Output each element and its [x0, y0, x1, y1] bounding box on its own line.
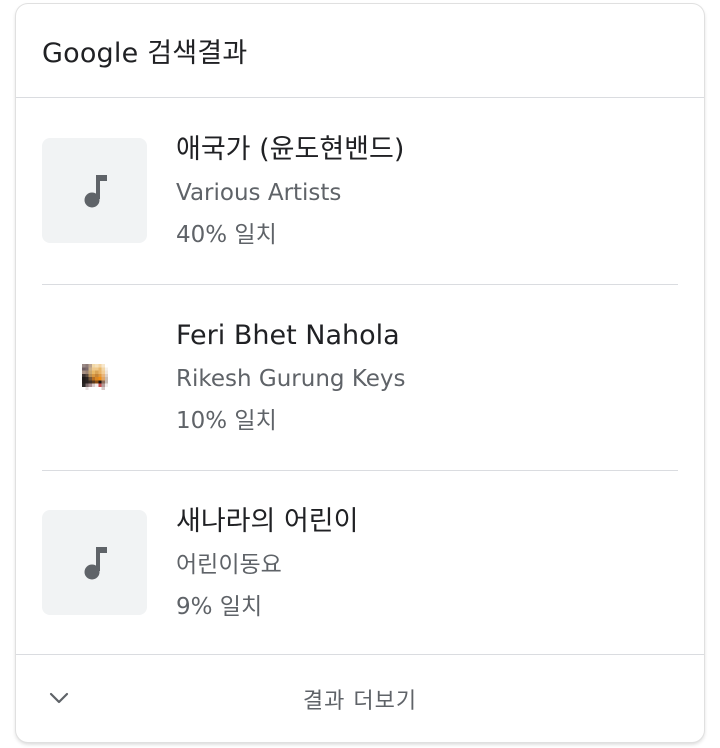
result-title: 새나라의 어린이: [176, 506, 359, 537]
show-more-button[interactable]: 결과 더보기: [16, 654, 704, 742]
result-match: 9% 일치: [176, 594, 263, 620]
result-match: 40% 일치: [176, 222, 277, 248]
result-item[interactable]: 새나라의 어린이 어린이동요 9% 일치: [16, 470, 704, 656]
result-thumbnail: [42, 138, 147, 243]
result-thumbnail: [42, 510, 147, 615]
result-artist: Various Artists: [176, 180, 342, 206]
album-art-image: [42, 324, 147, 429]
show-more-label: 결과 더보기: [302, 688, 418, 714]
result-item[interactable]: Feri Bhet Nahola Rikesh Gurung Keys 10% …: [16, 284, 704, 470]
search-results-card: Google 검색결과 애국가 (윤도현밴드) Various Artists …: [16, 4, 704, 742]
result-artist: 어린이동요: [176, 552, 282, 578]
result-match: 10% 일치: [176, 408, 277, 434]
result-item[interactable]: 애국가 (윤도현밴드) Various Artists 40% 일치: [16, 98, 704, 284]
header-title: Google 검색결과: [42, 38, 248, 69]
result-title: 애국가 (윤도현밴드): [176, 134, 405, 165]
result-title: Feri Bhet Nahola: [176, 320, 400, 351]
results-header: Google 검색결과: [16, 4, 704, 98]
album-art-pixels: [81, 363, 108, 390]
music-note-icon: [84, 174, 107, 207]
result-artist: Rikesh Gurung Keys: [176, 366, 406, 392]
music-note-icon: [84, 546, 107, 579]
